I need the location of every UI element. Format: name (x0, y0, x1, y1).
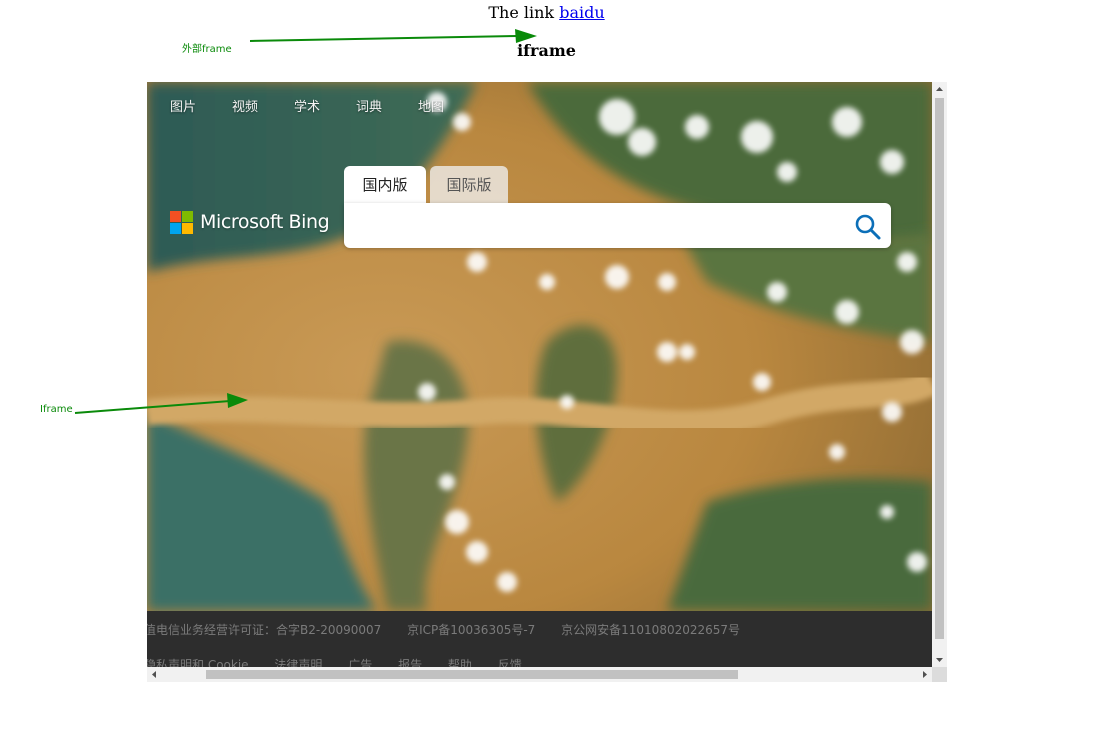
footer-report-link[interactable]: 报告 (398, 658, 422, 667)
logo-text: Microsoft Bing (200, 211, 330, 233)
outer-frame-annotation: 外部frame (182, 44, 232, 55)
iframe-annotation: Iframe (40, 404, 73, 415)
link-line: The link baidu (0, 3, 1093, 22)
baidu-link[interactable]: baidu (559, 3, 604, 22)
page-heading: iframe (517, 41, 576, 60)
horizontal-scrollbar[interactable] (147, 667, 932, 682)
scroll-right-icon[interactable] (917, 667, 932, 682)
vertical-scroll-thumb[interactable] (935, 98, 944, 639)
tab-international[interactable]: 国际版 (430, 166, 508, 204)
footer-privacy-link[interactable]: 隐私声明和 Cookie (147, 658, 249, 667)
vertical-scrollbar[interactable] (932, 82, 947, 667)
scroll-down-icon[interactable] (932, 652, 947, 667)
footer-feedback-link[interactable]: 反馈 (498, 658, 522, 667)
embedded-iframe[interactable]: 图片 视频 学术 词典 地图 Microsoft Bing 国内版 国际版 值电… (147, 82, 947, 682)
footer-license: 值电信业务经营许可证：合字B2-20090007 (147, 623, 382, 637)
microsoft-logo-icon (170, 211, 181, 222)
nav-academic[interactable]: 学术 (294, 96, 320, 115)
search-icon[interactable] (853, 212, 883, 242)
scroll-up-icon[interactable] (932, 82, 947, 97)
logo-square-blue (170, 223, 181, 234)
link-prefix: The link (488, 3, 560, 22)
scroll-left-icon[interactable] (147, 667, 162, 682)
footer-police-record[interactable]: 京公网安备11010802022657号 (561, 623, 740, 637)
footer-help-link[interactable]: 帮助 (448, 658, 472, 667)
search-input[interactable] (356, 212, 840, 240)
tab-international-label: 国际版 (446, 176, 492, 194)
nav-videos[interactable]: 视频 (232, 96, 258, 115)
nav-maps[interactable]: 地图 (418, 96, 444, 115)
iframe-viewport: 图片 视频 学术 词典 地图 Microsoft Bing 国内版 国际版 值电… (147, 82, 932, 667)
nav-dictionary[interactable]: 词典 (356, 96, 382, 115)
satellite-background (147, 82, 932, 611)
tab-domestic-label: 国内版 (362, 176, 408, 194)
logo-square-yellow (182, 223, 193, 234)
tab-domestic[interactable]: 国内版 (344, 166, 426, 204)
nav-images[interactable]: 图片 (170, 96, 196, 115)
footer-legal-link[interactable]: 法律声明 (274, 658, 322, 667)
footer-ads-link[interactable]: 广告 (348, 658, 372, 667)
bing-footer: 值电信业务经营许可证：合字B2-20090007 京ICP备10036305号-… (147, 611, 932, 667)
search-box (344, 203, 891, 248)
horizontal-scroll-thumb[interactable] (206, 670, 738, 679)
bing-top-nav: 图片 视频 学术 词典 地图 (147, 82, 932, 126)
logo-square-green (182, 211, 193, 222)
footer-links-row: 隐私声明和 Cookie 法律声明 广告 报告 帮助 反馈 (147, 656, 544, 667)
footer-icp[interactable]: 京ICP备10036305号-7 (407, 623, 535, 637)
scrollbar-corner (932, 667, 947, 682)
footer-license-row: 值电信业务经营许可证：合字B2-20090007 京ICP备10036305号-… (147, 621, 762, 638)
